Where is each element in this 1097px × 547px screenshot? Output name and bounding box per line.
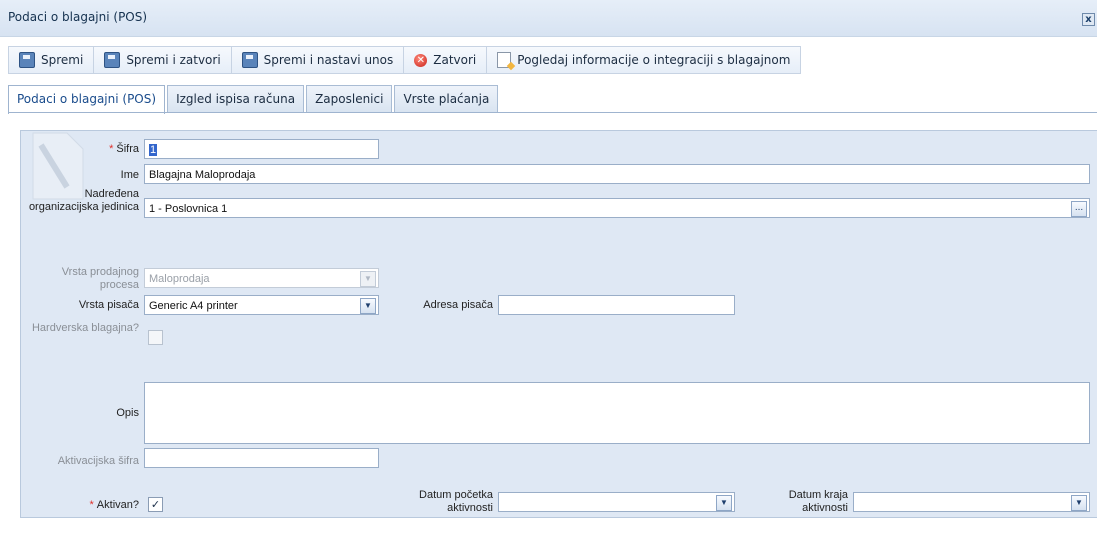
save-and-continue-label: Spremi i nastavi unos: [263, 53, 394, 67]
ime-input[interactable]: Blagajna Maloprodaja: [144, 164, 1090, 184]
close-button-label: Zatvori: [433, 53, 477, 67]
floppy-disk-icon: [19, 52, 35, 68]
activation-code-input[interactable]: [144, 448, 379, 468]
chevron-down-icon[interactable]: ▼: [716, 495, 732, 511]
chevron-down-icon: ▼: [360, 271, 376, 287]
sifra-input[interactable]: 1: [144, 139, 379, 159]
tab-employees[interactable]: Zaposlenici: [306, 85, 393, 112]
activation-code-label: Aktivacijska šifra: [57, 455, 139, 467]
save-and-close-label: Spremi i zatvori: [126, 53, 221, 67]
form-panel: * Šifra 1 Ime Blagajna Maloprodaja Nadređ…: [20, 130, 1097, 518]
hardware-register-checkbox: [148, 330, 163, 345]
printer-type-value: Generic A4 printer: [149, 300, 238, 312]
close-button[interactable]: ✕ Zatvori: [403, 46, 488, 74]
integration-info-button[interactable]: Pogledaj informacije o integraciji s bla…: [486, 46, 802, 74]
window-titlebar: Podaci o blagajni (POS) x: [0, 0, 1097, 37]
document-pencil-icon: [497, 52, 512, 68]
required-star: *: [89, 499, 94, 511]
description-textarea[interactable]: [144, 382, 1090, 444]
window-title: Podaci o blagajni (POS): [8, 10, 148, 24]
org-unit-value: 1 - Poslovnica 1: [149, 203, 228, 215]
hardware-register-label: Hardverska blagajna?: [31, 322, 139, 334]
ime-label: Ime: [120, 169, 139, 181]
sales-process-select: Maloprodaja ▼: [144, 268, 379, 288]
end-date-input[interactable]: ▼: [853, 492, 1090, 512]
sifra-value: 1: [149, 144, 158, 156]
tab-pos-data[interactable]: Podaci o blagajni (POS): [8, 85, 166, 114]
close-icon: ✕: [414, 53, 428, 67]
start-date-input[interactable]: ▼: [498, 492, 735, 512]
tab-divider: [8, 112, 1097, 113]
sifra-label: * Šifra: [109, 143, 139, 155]
printer-type-label: Vrsta pisača: [78, 299, 139, 311]
active-checkbox[interactable]: ✓: [148, 497, 163, 512]
chevron-down-icon[interactable]: ▼: [360, 298, 376, 314]
save-and-continue-button[interactable]: Spremi i nastavi unos: [230, 46, 405, 74]
integration-info-label: Pogledaj informacije o integraciji s bla…: [517, 53, 791, 67]
floppy-disk-icon: [104, 52, 121, 68]
save-button-label: Spremi: [41, 53, 84, 67]
printer-type-select[interactable]: Generic A4 printer ▼: [144, 295, 379, 315]
sales-process-value: Maloprodaja: [149, 273, 210, 285]
floppy-disk-icon: [241, 52, 258, 68]
tab-payment-types[interactable]: Vrste plaćanja: [394, 85, 499, 112]
active-label: * Aktivan?: [89, 499, 139, 511]
org-unit-input[interactable]: 1 - Poslovnica 1 ...: [144, 198, 1090, 218]
toolbar: Spremi Spremi i zatvori Spremi i nastavi…: [8, 46, 802, 74]
save-and-close-button[interactable]: Spremi i zatvori: [93, 46, 232, 74]
browse-button[interactable]: ...: [1071, 201, 1087, 217]
printer-address-label: Adresa pisača: [423, 299, 493, 311]
tab-receipt-layout[interactable]: Izgled ispisa računa: [167, 85, 305, 112]
save-button[interactable]: Spremi: [8, 46, 95, 74]
tab-bar: Podaci o blagajni (POS) Izgled ispisa ra…: [8, 85, 500, 114]
printer-address-input[interactable]: [498, 295, 735, 315]
sales-process-label: Vrsta prodajnog procesa: [61, 266, 139, 291]
end-date-label: Datum kraja aktivnosti: [788, 489, 848, 514]
window-close-icon[interactable]: x: [1082, 13, 1095, 26]
required-star: *: [109, 143, 114, 155]
description-label: Opis: [116, 407, 139, 419]
org-unit-label: Nadređena organizacijska jedinica: [28, 188, 139, 213]
chevron-down-icon[interactable]: ▼: [1071, 495, 1087, 511]
start-date-label: Datum početka aktivnosti: [419, 489, 493, 514]
